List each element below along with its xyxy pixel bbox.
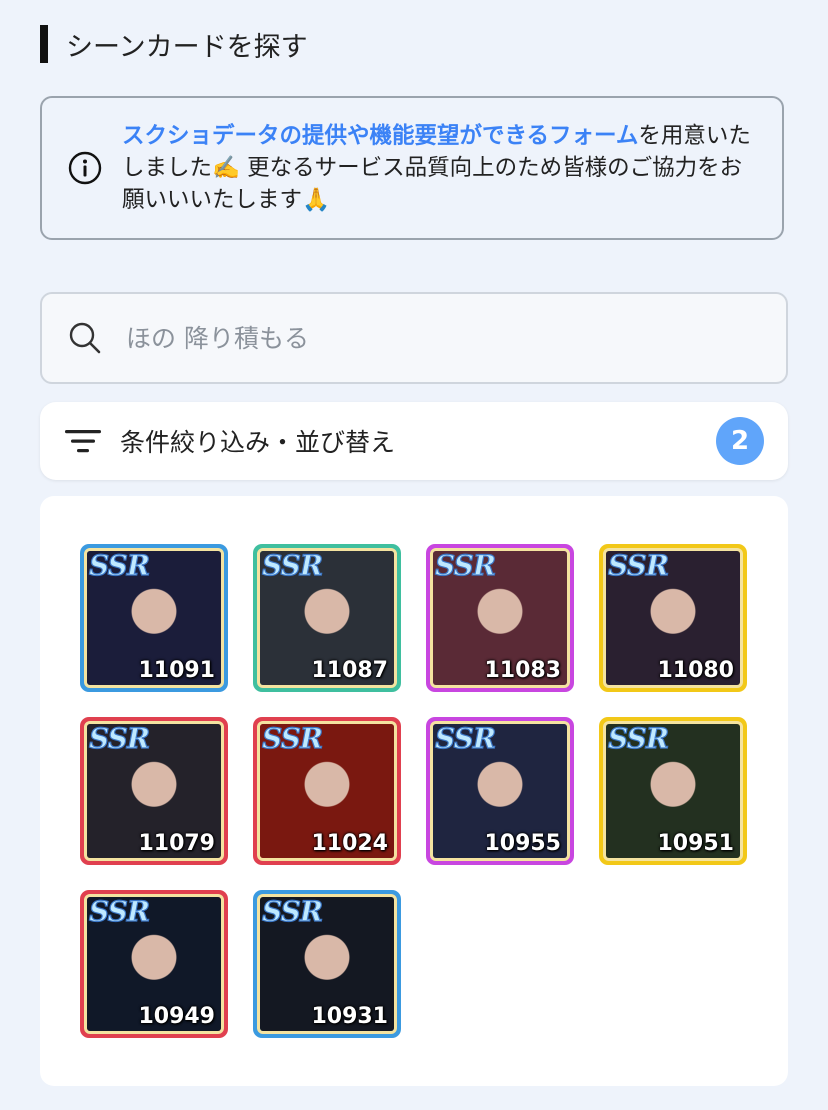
rarity-badge: SSR <box>261 722 323 756</box>
notice-text: スクショデータの提供や機能要望ができるフォームを用意いたしました✍️ 更なるサー… <box>122 120 762 216</box>
scene-card[interactable]: SSR 11024 <box>253 717 401 865</box>
card-image-frame: SSR 10955 <box>430 721 570 861</box>
rarity-badge: SSR <box>88 722 150 756</box>
card-number: 10951 <box>657 831 734 856</box>
filter-count-badge: 2 <box>716 417 764 465</box>
card-grid: SSR 11091 SSR 11087 SSR 11083 SSR 11080 SSR 11079… <box>40 496 788 1086</box>
rarity-badge: SSR <box>261 895 323 929</box>
scene-card[interactable]: SSR 11083 <box>426 544 574 692</box>
card-image-frame: SSR 11080 <box>603 548 743 688</box>
filter-icon <box>65 430 101 453</box>
card-number: 11080 <box>657 658 734 683</box>
title-accent-bar <box>40 25 48 63</box>
card-image-frame: SSR 11083 <box>430 548 570 688</box>
card-number: 10931 <box>311 1004 388 1029</box>
rarity-badge: SSR <box>261 549 323 583</box>
card-number: 11087 <box>311 658 388 683</box>
scene-card[interactable]: SSR 11080 <box>599 544 747 692</box>
card-image-frame: SSR 11087 <box>257 548 397 688</box>
filter-sort-button[interactable]: 条件絞り込み・並び替え 2 <box>40 402 788 480</box>
card-number: 11091 <box>138 658 215 683</box>
card-image-frame: SSR 11024 <box>257 721 397 861</box>
section-header: シーンカードを探す <box>40 24 308 64</box>
card-image-frame: SSR 11091 <box>84 548 224 688</box>
card-image-frame: SSR 10931 <box>257 894 397 1034</box>
info-notice: スクショデータの提供や機能要望ができるフォームを用意いたしました✍️ 更なるサー… <box>40 96 784 240</box>
rarity-badge: SSR <box>607 722 669 756</box>
scene-card[interactable]: SSR 10955 <box>426 717 574 865</box>
scene-card[interactable]: SSR 11091 <box>80 544 228 692</box>
card-image-frame: SSR 10949 <box>84 894 224 1034</box>
card-image-frame: SSR 11079 <box>84 721 224 861</box>
rarity-badge: SSR <box>434 722 496 756</box>
card-image-frame: SSR 10951 <box>603 721 743 861</box>
card-number: 11079 <box>138 831 215 856</box>
card-number: 11083 <box>484 658 561 683</box>
rarity-badge: SSR <box>607 549 669 583</box>
scene-card[interactable]: SSR 10951 <box>599 717 747 865</box>
card-number: 10949 <box>138 1004 215 1029</box>
feedback-form-link[interactable]: スクショデータの提供や機能要望ができるフォーム <box>122 123 638 149</box>
page-title: シーンカードを探す <box>66 31 308 63</box>
card-number: 11024 <box>311 831 388 856</box>
search-input[interactable] <box>124 322 728 354</box>
rarity-badge: SSR <box>88 895 150 929</box>
search-icon <box>69 322 101 354</box>
scene-card[interactable]: SSR 10949 <box>80 890 228 1038</box>
scene-card[interactable]: SSR 10931 <box>253 890 401 1038</box>
scene-card[interactable]: SSR 11079 <box>80 717 228 865</box>
rarity-badge: SSR <box>434 549 496 583</box>
filter-label: 条件絞り込み・並び替え <box>120 428 396 457</box>
rarity-badge: SSR <box>88 549 150 583</box>
scene-card[interactable]: SSR 11087 <box>253 544 401 692</box>
card-number: 10955 <box>484 831 561 856</box>
info-icon <box>68 151 102 185</box>
search-box[interactable] <box>40 292 788 384</box>
